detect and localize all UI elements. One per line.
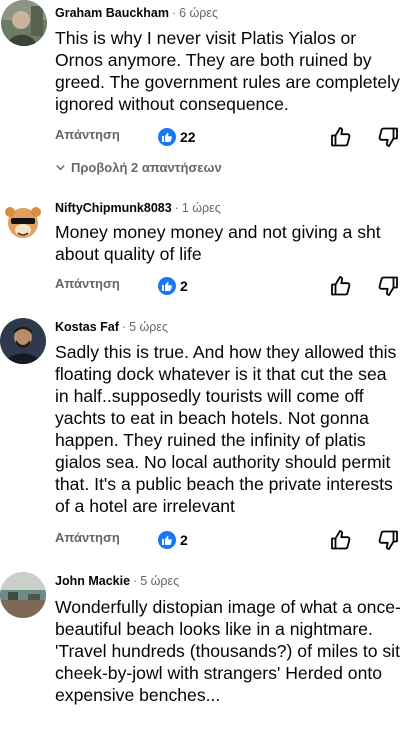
separator-dot: · — [121, 320, 127, 334]
comment-actions: Απάντηση 2 — [55, 528, 403, 552]
separator-dot: · — [133, 574, 138, 588]
author-name[interactable]: Kostas Faf — [55, 320, 119, 334]
view-replies-link[interactable]: Προβολή 2 απαντήσεων — [55, 160, 222, 175]
avatar[interactable] — [0, 199, 46, 245]
comment-text: This is why I never visit Platis Yialos … — [55, 28, 400, 114]
avatar[interactable] — [0, 572, 46, 618]
thumbs-up-outline-icon[interactable] — [329, 274, 353, 298]
author-name[interactable]: John Mackie — [55, 574, 130, 588]
reaction-summary[interactable]: 2 — [158, 528, 188, 552]
avatar[interactable] — [0, 318, 46, 364]
thumbs-up-badge-icon — [158, 277, 176, 295]
comment-text: Money money money and not giving a sht a… — [55, 222, 381, 264]
thumbs-down-outline-icon[interactable] — [376, 125, 400, 149]
chevron-down-icon — [56, 165, 65, 171]
comment-text: Wonderfully distopian image of what a on… — [55, 597, 401, 705]
timestamp[interactable]: 1 ώρες — [182, 201, 221, 215]
timestamp[interactable]: 5 ώρες — [129, 320, 168, 334]
thumbs-up-outline-icon[interactable] — [329, 528, 353, 552]
reaction-summary[interactable]: 22 — [158, 125, 196, 149]
like-count: 2 — [180, 532, 188, 548]
timestamp[interactable]: 6 ώρες — [179, 6, 218, 20]
comment-header: John Mackie · 5 ώρες — [55, 574, 179, 588]
reaction-summary[interactable]: 2 — [158, 274, 188, 298]
comment-text: Sadly this is true. And how they allowed… — [55, 342, 397, 516]
avatar[interactable] — [1, 0, 47, 46]
view-replies-label: Προβολή 2 απαντήσεων — [71, 160, 222, 175]
comment-actions: Απάντηση 22 — [55, 125, 403, 149]
thumbs-up-badge-icon — [158, 531, 176, 549]
comment-header: Graham Bauckham · 6 ώρες — [55, 6, 218, 20]
reply-button[interactable]: Απάντηση — [55, 530, 120, 545]
separator-dot: · — [171, 6, 177, 20]
like-count: 2 — [180, 278, 188, 294]
timestamp[interactable]: 5 ώρες — [140, 574, 179, 588]
thumbs-down-outline-icon[interactable] — [376, 528, 400, 552]
comments-feed: Graham Bauckham · 6 ώρες This is why I nev… — [0, 0, 403, 730]
thumbs-up-badge-icon — [158, 128, 176, 146]
author-name[interactable]: Graham Bauckham — [55, 6, 169, 20]
separator-dot: · — [174, 201, 179, 215]
like-count: 22 — [180, 129, 196, 145]
author-name[interactable]: NiftyChipmunk8083 — [55, 201, 172, 215]
thumbs-up-outline-icon[interactable] — [329, 125, 353, 149]
comment-header: NiftyChipmunk8083 · 1 ώρες — [55, 201, 221, 215]
reply-button[interactable]: Απάντηση — [55, 276, 120, 291]
reply-button[interactable]: Απάντηση — [55, 127, 120, 142]
comment-actions: Απάντηση 2 — [55, 274, 403, 298]
thumbs-down-outline-icon[interactable] — [376, 274, 400, 298]
comment-header: Kostas Faf · 5 ώρες — [55, 320, 168, 334]
